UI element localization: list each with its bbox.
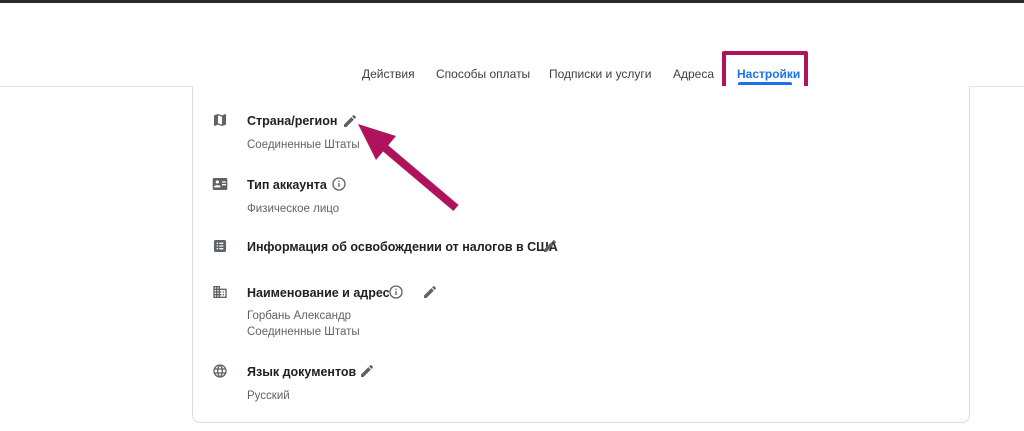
map-icon [214, 114, 226, 126]
tab-subscriptions[interactable]: Подписки и услуги [549, 67, 652, 81]
id-card-icon [212, 178, 228, 190]
edit-name-address-pencil-icon[interactable] [422, 284, 438, 300]
tab-addresses[interactable]: Адреса [673, 67, 714, 81]
list-icon [214, 240, 226, 252]
name-address-info-icon[interactable] [388, 284, 404, 300]
address-country: Соединенные Штаты [247, 326, 360, 338]
building-icon [213, 286, 227, 298]
account-holder-name: Горбань Александр [247, 310, 352, 322]
doc-language-value: Русский [247, 390, 290, 402]
annotation-arrow [358, 124, 459, 212]
tax-exemption-title: Информация об освобождении от налогов в … [247, 240, 558, 254]
tab-payment-methods[interactable]: Способы оплаты [436, 67, 530, 81]
edit-doc-language-pencil-icon[interactable] [359, 363, 375, 379]
window-top-edge [0, 0, 1024, 3]
name-address-title: Наименование и адрес [247, 286, 390, 300]
doc-language-title: Язык документов [247, 365, 357, 379]
tab-actions[interactable]: Действия [362, 67, 415, 81]
account-type-title: Тип аккаунта [247, 178, 327, 192]
account-type-value: Физическое лицо [247, 203, 340, 215]
globe-icon [213, 364, 227, 378]
country-title: Страна/регион [247, 114, 338, 128]
edit-tax-exemption-pencil-icon[interactable] [542, 238, 558, 254]
